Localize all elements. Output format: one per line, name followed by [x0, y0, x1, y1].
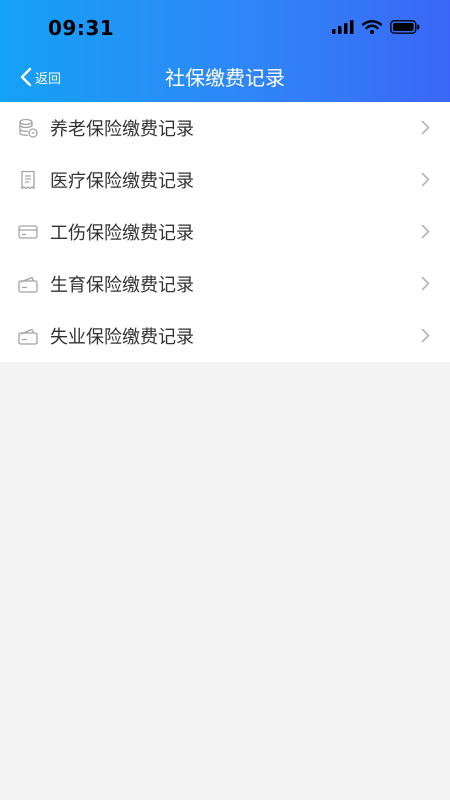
wallet-icon: [18, 276, 38, 293]
card-icon: [18, 225, 38, 239]
chevron-right-icon: [421, 224, 430, 239]
list-item-label: 养老保险缴费记录: [50, 119, 194, 140]
list-item-medical[interactable]: 医疗保险缴费记录: [0, 154, 450, 206]
page-title: 社保缴费记录: [165, 66, 285, 90]
list-item-label: 医疗保险缴费记录: [50, 171, 194, 192]
chevron-right-icon: [421, 120, 430, 135]
chevron-right-icon: [421, 328, 430, 343]
list-item-pension[interactable]: 养老保险缴费记录: [0, 102, 450, 154]
chevron-right-icon: [421, 276, 430, 291]
receipt-icon: [21, 170, 35, 190]
header: 09:31 返回 社保缴费记录: [0, 0, 450, 102]
list-item-label: 失业保险缴费记录: [50, 327, 194, 348]
list-item-injury[interactable]: 工伤保险缴费记录: [0, 206, 450, 258]
record-list: 养老保险缴费记录 医疗保险缴费记录 工伤保险缴费记录 生育保险缴费记录 失业保险…: [0, 102, 450, 362]
navbar: 返回 社保缴费记录: [0, 56, 450, 102]
wifi-icon: [362, 20, 382, 34]
coins-icon: [19, 118, 38, 138]
status-time: 09:31: [48, 16, 115, 40]
wallet-icon: [18, 328, 38, 345]
list-item-maternity[interactable]: 生育保险缴费记录: [0, 258, 450, 310]
list-item-label: 工伤保险缴费记录: [50, 223, 194, 244]
battery-icon: [390, 20, 420, 34]
list-item-unemployment[interactable]: 失业保险缴费记录: [0, 310, 450, 362]
signal-icon: [332, 20, 354, 34]
chevron-right-icon: [421, 172, 430, 187]
status-icons: [332, 20, 420, 34]
status-bar: 09:31: [0, 0, 450, 56]
list-item-label: 生育保险缴费记录: [50, 275, 194, 296]
